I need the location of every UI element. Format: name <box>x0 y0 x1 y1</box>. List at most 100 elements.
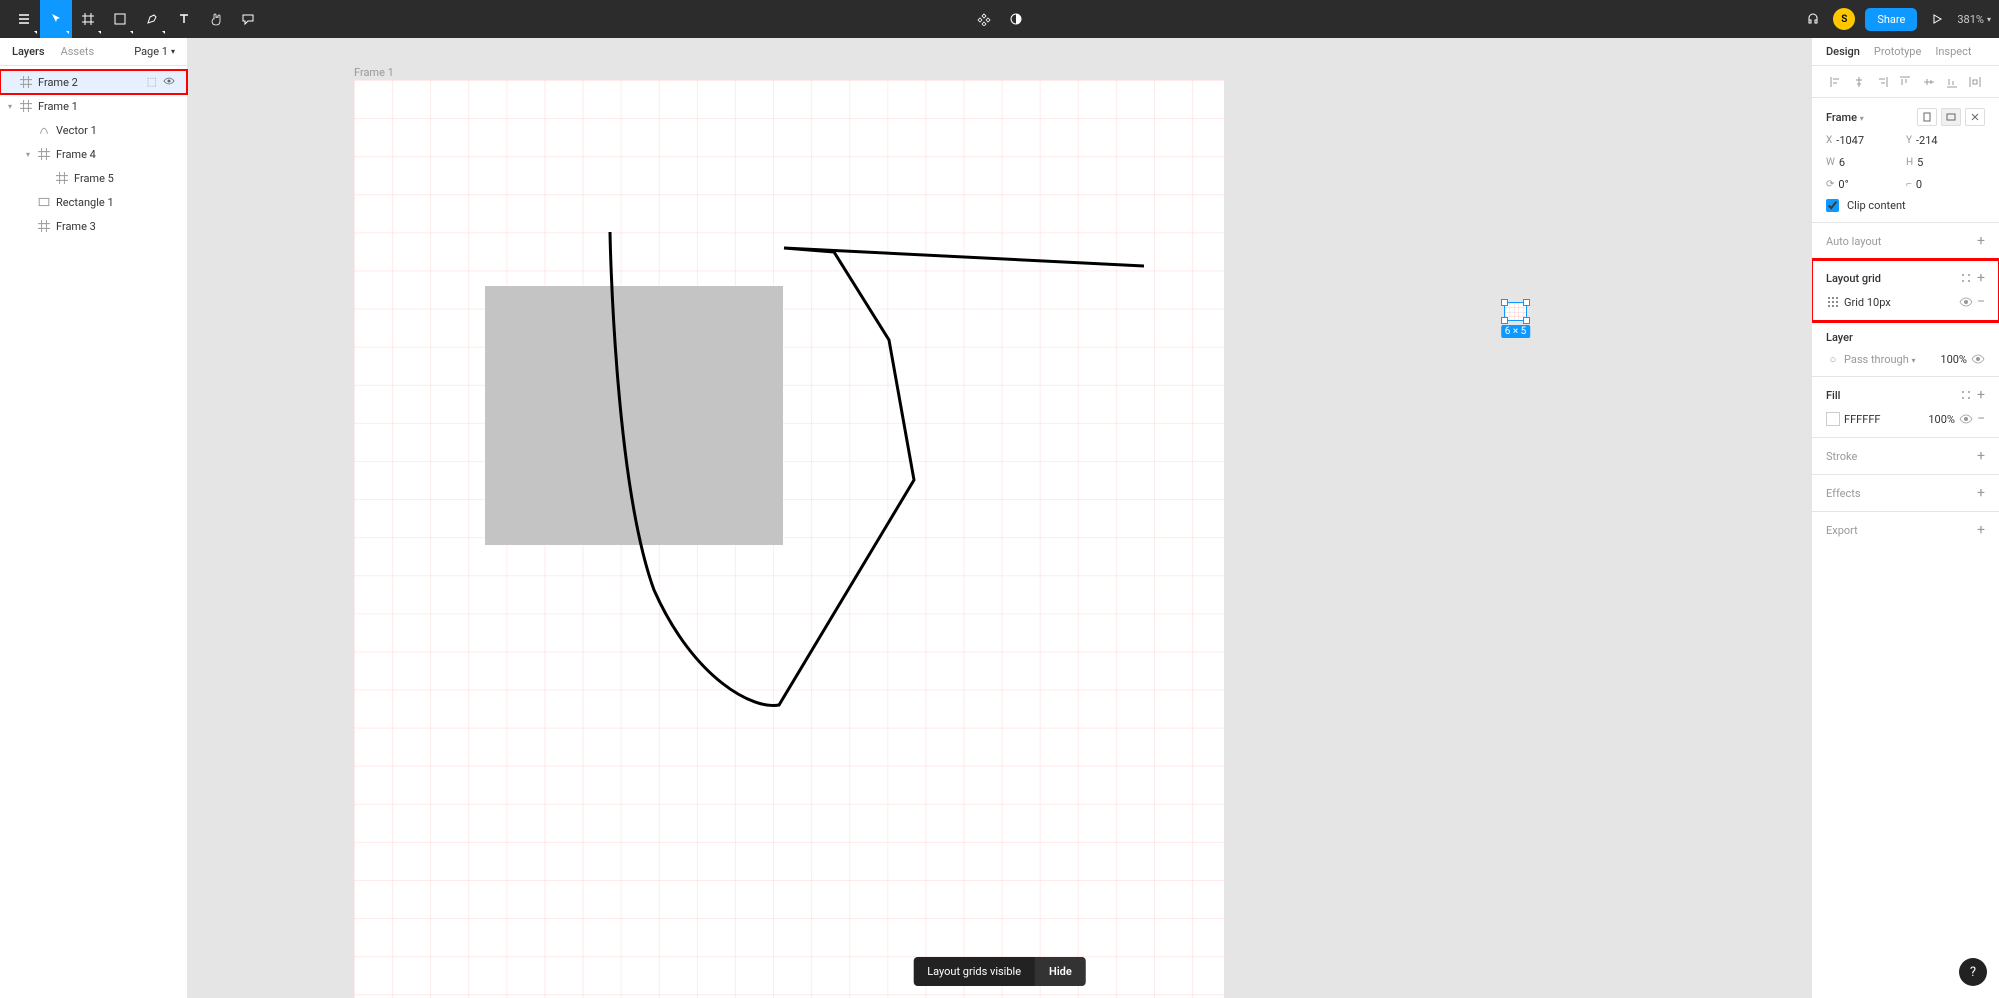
resize-handle-tr[interactable] <box>1523 299 1530 306</box>
prototype-tab[interactable]: Prototype <box>1874 45 1921 58</box>
fill-opacity[interactable]: 100% <box>1928 413 1955 426</box>
grid-item-label[interactable]: Grid 10px <box>1844 296 1955 309</box>
layer-frame-3[interactable]: Frame 3 <box>0 214 187 238</box>
pen-tool[interactable] <box>136 0 168 38</box>
add-fill-button[interactable]: + <box>1977 387 1985 403</box>
height-input[interactable] <box>1917 156 1999 169</box>
right-panel: Design Prototype Inspect Frame ▾ X Y W H <box>1811 38 1999 998</box>
expand-icon[interactable]: ▾ <box>8 102 18 111</box>
user-avatar[interactable]: S <box>1833 8 1855 30</box>
w-label: W <box>1826 157 1835 168</box>
toast-hide-button[interactable]: Hide <box>1035 957 1086 986</box>
x-label: X <box>1826 135 1832 146</box>
remove-grid-button[interactable]: − <box>1977 294 1985 310</box>
align-left-icon[interactable] <box>1829 75 1843 89</box>
visibility-icon[interactable] <box>163 75 175 90</box>
layer-opacity[interactable]: 100% <box>1940 353 1967 366</box>
clip-content-checkbox[interactable] <box>1826 199 1839 212</box>
frame-1[interactable] <box>354 80 1224 998</box>
add-effect-button[interactable]: + <box>1977 485 1985 501</box>
expand-icon[interactable]: ▾ <box>26 150 36 159</box>
layer-name: Frame 2 <box>38 76 78 89</box>
orientation-portrait[interactable] <box>1917 108 1937 126</box>
zoom-dropdown[interactable]: 381%▾ <box>1957 13 1991 26</box>
text-tool[interactable] <box>168 0 200 38</box>
add-auto-layout-button[interactable]: + <box>1977 233 1985 249</box>
blend-mode[interactable]: Pass through ▾ <box>1844 353 1936 366</box>
align-bottom-icon[interactable] <box>1945 75 1959 89</box>
add-export-button[interactable]: + <box>1977 522 1985 538</box>
component-icon[interactable] <box>974 0 994 38</box>
resize-to-fit[interactable] <box>1965 108 1985 126</box>
frame-section: Frame ▾ X Y W H ⟳ ⌐ Clip content <box>1812 98 1999 223</box>
move-tool[interactable] <box>40 0 72 38</box>
toolbar-left <box>8 0 264 38</box>
layout-grid-title: Layout grid <box>1826 272 1955 285</box>
orientation-landscape[interactable] <box>1941 108 1961 126</box>
share-button[interactable]: Share <box>1865 8 1917 31</box>
add-stroke-button[interactable]: + <box>1977 448 1985 464</box>
fill-visibility-icon[interactable] <box>1959 412 1973 426</box>
toast-notification: Layout grids visible Hide <box>913 957 1086 986</box>
layer-frame-1[interactable]: ▾ Frame 1 <box>0 94 187 118</box>
blend-icon: ○ <box>1826 352 1840 366</box>
layer-visibility-icon[interactable] <box>1971 352 1985 366</box>
fill-styles-icon[interactable] <box>1959 388 1973 402</box>
hand-tool[interactable] <box>200 0 232 38</box>
frame-title[interactable]: Frame ▾ <box>1826 111 1913 124</box>
frame-icon <box>20 76 32 88</box>
canvas[interactable]: Frame 1 6 × 5 <box>188 38 1811 998</box>
inspect-tab[interactable]: Inspect <box>1935 45 1971 58</box>
layer-frame-5[interactable]: Frame 5 <box>0 166 187 190</box>
frame-2-selected[interactable]: 6 × 5 <box>1504 302 1527 321</box>
layer-frame-2[interactable]: Frame 2 ⬚ <box>0 70 187 94</box>
layer-vector-1[interactable]: Vector 1 <box>0 118 187 142</box>
grid-visibility-icon[interactable] <box>1959 295 1973 309</box>
help-button[interactable]: ? <box>1959 958 1987 986</box>
headphones-icon[interactable] <box>1803 0 1823 38</box>
page-selector[interactable]: Page 1▾ <box>134 45 175 58</box>
layout-grid-styles-icon[interactable] <box>1959 271 1973 285</box>
frame-tool[interactable] <box>72 0 104 38</box>
radius-input[interactable] <box>1916 178 1999 191</box>
resize-handle-br[interactable] <box>1523 317 1530 324</box>
align-vcenter-icon[interactable] <box>1922 75 1936 89</box>
resize-handle-bl[interactable] <box>1501 317 1508 324</box>
export-section: Export + <box>1812 512 1999 548</box>
comment-tool[interactable] <box>232 0 264 38</box>
selection-dimensions: 6 × 5 <box>1501 325 1531 338</box>
lock-icon[interactable]: ⬚ <box>147 75 157 90</box>
layer-frame-4[interactable]: ▾ Frame 4 <box>0 142 187 166</box>
y-input[interactable] <box>1916 134 1999 147</box>
design-tab[interactable]: Design <box>1826 45 1860 58</box>
toolbar-center <box>974 0 1026 38</box>
remove-fill-button[interactable]: − <box>1977 411 1985 427</box>
distribute-icon[interactable] <box>1968 75 1982 89</box>
fill-color-swatch[interactable] <box>1826 412 1840 426</box>
align-hcenter-icon[interactable] <box>1852 75 1866 89</box>
layers-list: Frame 2 ⬚ ▾ Frame 1 Vector 1 ▾ Frame 4 F… <box>0 66 187 242</box>
add-layout-grid-button[interactable]: + <box>1977 270 1985 286</box>
assets-tab[interactable]: Assets <box>61 45 95 58</box>
align-top-icon[interactable] <box>1898 75 1912 89</box>
resize-handle-tl[interactable] <box>1501 299 1508 306</box>
layer-name: Vector 1 <box>56 124 97 137</box>
fill-hex[interactable]: FFFFFF <box>1844 413 1924 426</box>
grid-icon[interactable] <box>1826 295 1840 309</box>
mask-icon[interactable] <box>1006 0 1026 38</box>
rectangle-shape[interactable] <box>485 286 783 545</box>
vector-icon <box>38 124 50 136</box>
align-right-icon[interactable] <box>1875 75 1889 89</box>
left-panel-tabs: Layers Assets Page 1▾ <box>0 38 187 66</box>
shape-tool[interactable] <box>104 0 136 38</box>
rotation-icon: ⟳ <box>1826 179 1834 190</box>
frame-1-label[interactable]: Frame 1 <box>354 66 394 79</box>
layers-tab[interactable]: Layers <box>12 45 45 58</box>
toolbar-right: S Share 381%▾ <box>1803 0 1991 38</box>
alignment-row <box>1812 66 1999 98</box>
main-menu-button[interactable] <box>8 0 40 38</box>
layer-rectangle-1[interactable]: Rectangle 1 <box>0 190 187 214</box>
page-name: Page 1 <box>134 45 168 58</box>
layout-grid-section: Layout grid + Grid 10px − <box>1812 260 1999 321</box>
present-button[interactable] <box>1927 0 1947 38</box>
